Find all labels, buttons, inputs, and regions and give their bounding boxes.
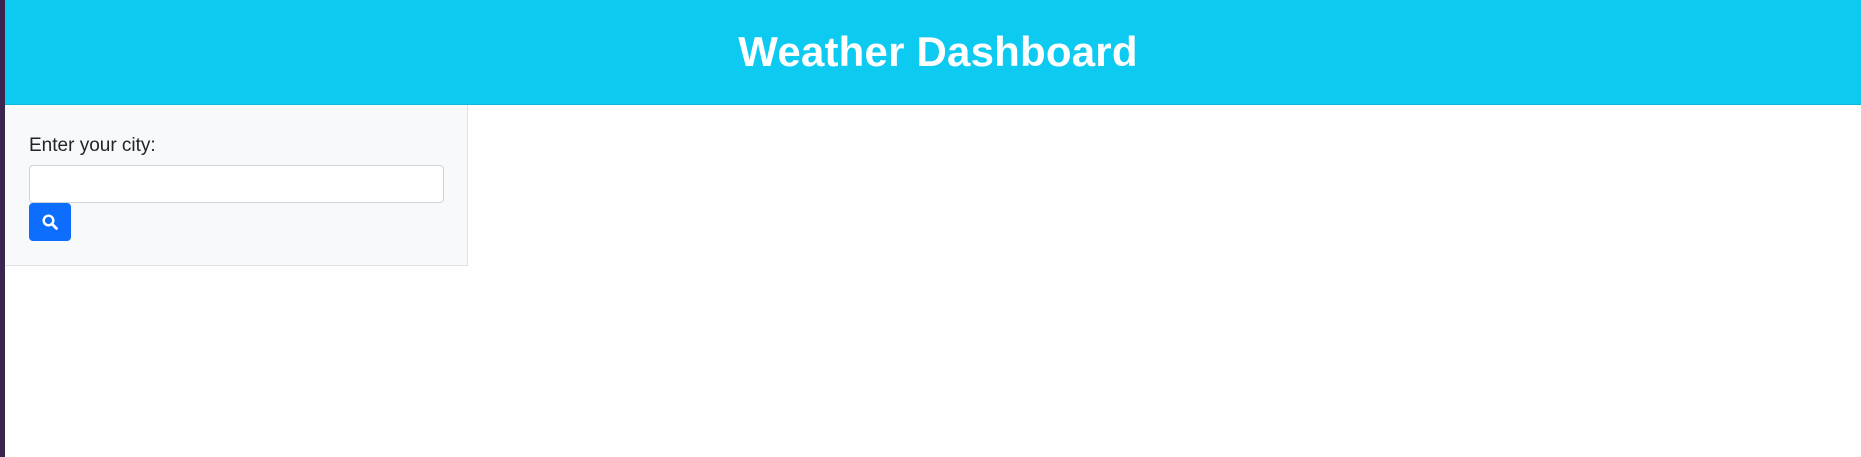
city-search-panel: Enter your city:	[5, 105, 468, 266]
search-button[interactable]	[29, 203, 71, 241]
page-title: Weather Dashboard	[738, 28, 1138, 75]
page-header: Weather Dashboard	[5, 0, 1861, 105]
search-icon	[41, 213, 59, 231]
city-label: Enter your city:	[29, 135, 156, 156]
app-window: Weather Dashboard Enter your city:	[0, 0, 1861, 457]
city-input[interactable]	[29, 165, 444, 203]
